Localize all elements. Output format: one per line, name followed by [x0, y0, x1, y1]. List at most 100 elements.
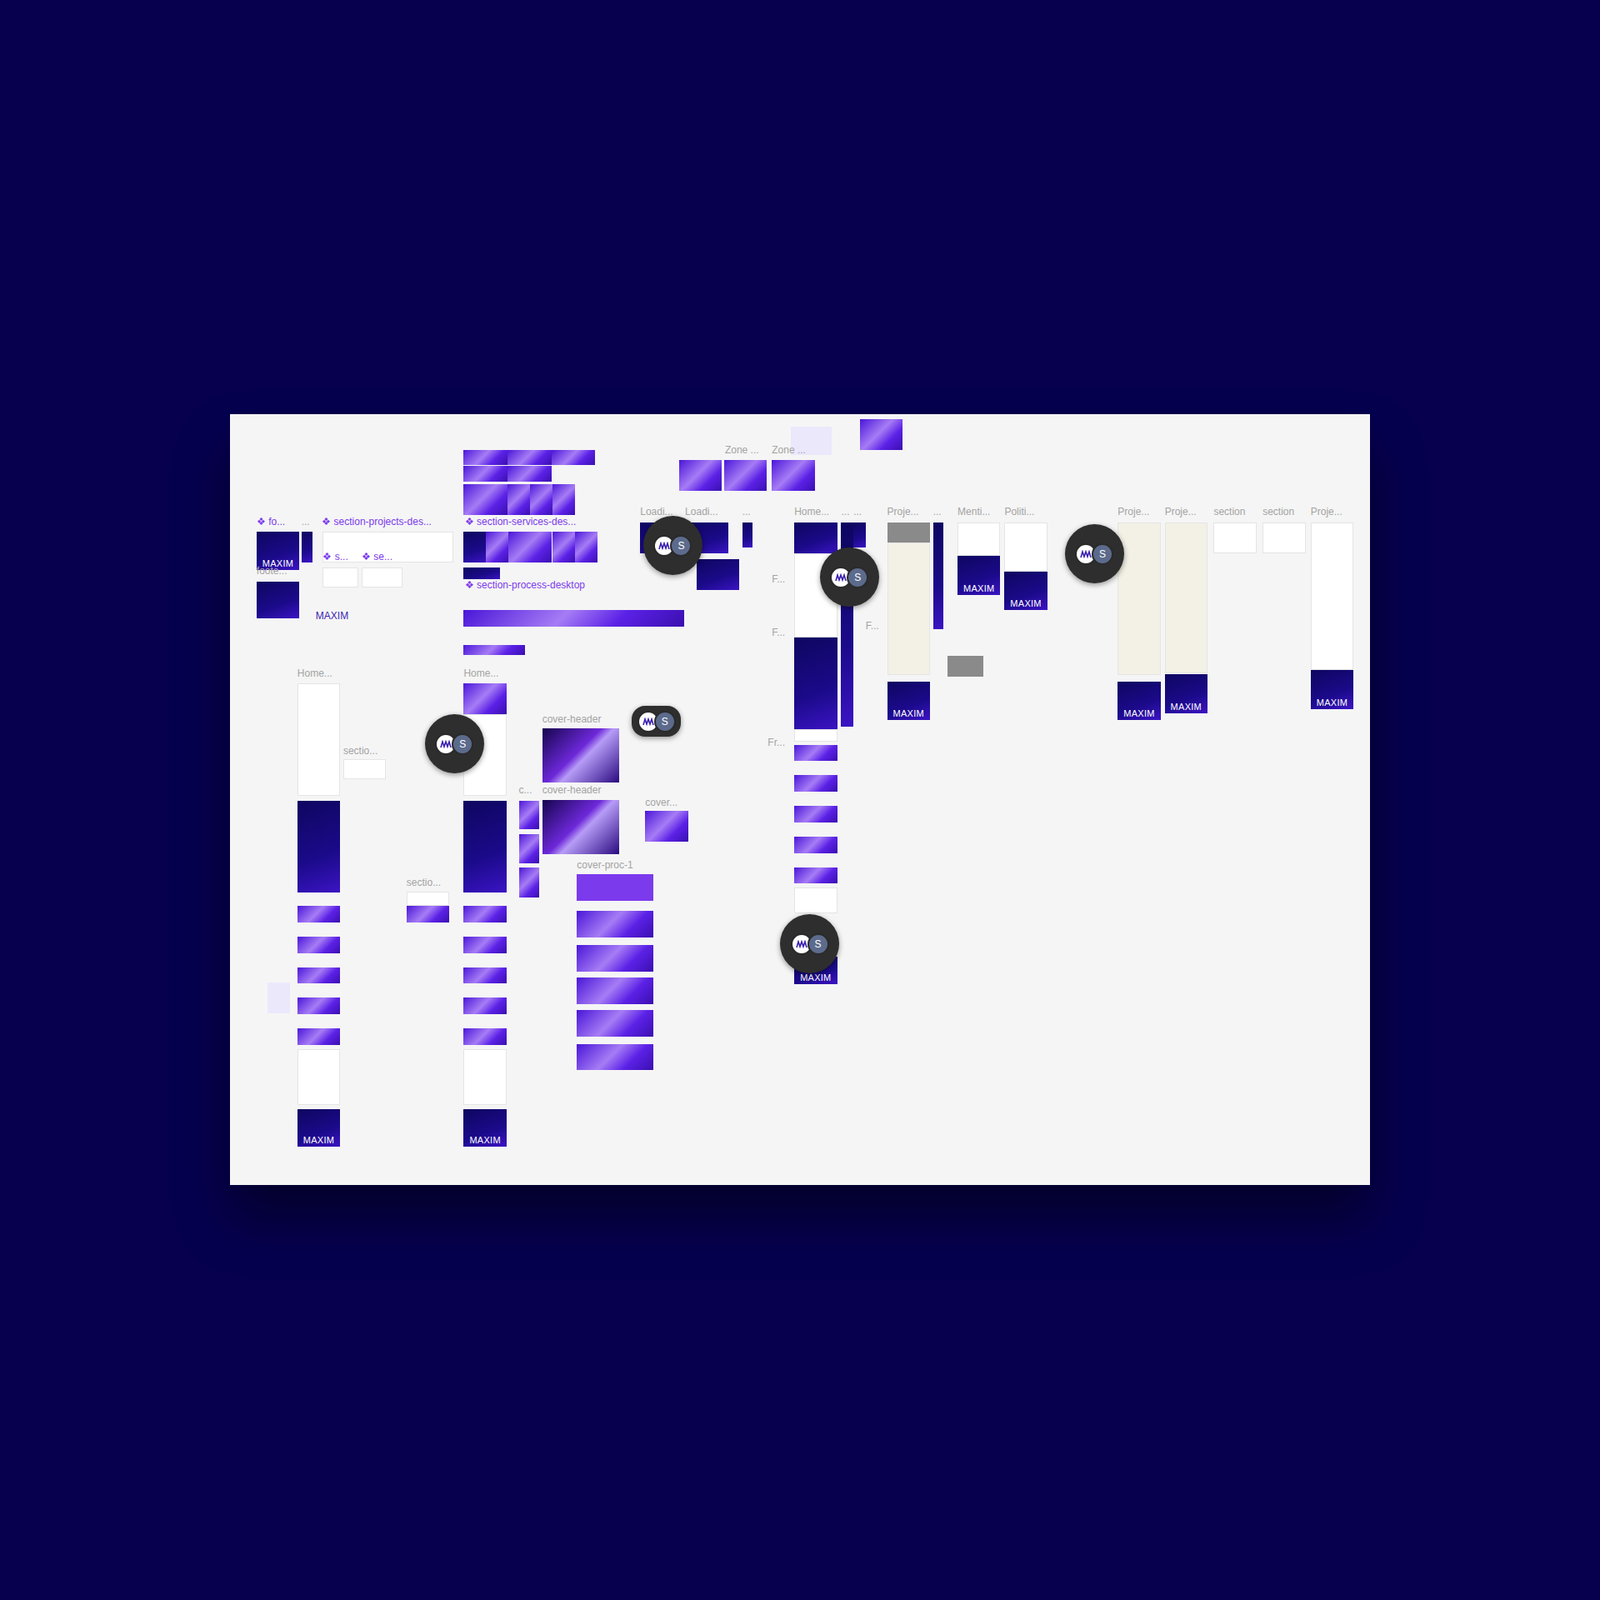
frame-label[interactable]: cover-header [542, 713, 602, 725]
frame-label[interactable]: sectio... [406, 876, 441, 889]
frame-label[interactable]: ... [853, 505, 862, 518]
frame-thumbnail[interactable]: MAXIM [1310, 670, 1354, 710]
frame-thumbnail[interactable] [507, 484, 530, 515]
frame-thumbnail[interactable] [297, 997, 340, 1015]
frame-thumbnail[interactable]: MAXIM [1004, 571, 1047, 611]
frame-label[interactable]: MAXIM [315, 610, 349, 622]
frame-thumbnail[interactable] [463, 484, 508, 515]
frame-thumbnail[interactable] [1310, 522, 1354, 671]
frame-thumbnail[interactable] [485, 531, 509, 563]
frame-label[interactable]: cover-header [542, 784, 602, 796]
frame-thumbnail[interactable] [794, 836, 837, 854]
frame-thumbnail[interactable] [297, 1028, 340, 1045]
frame-thumbnail[interactable] [1117, 522, 1160, 676]
frame-thumbnail[interactable] [297, 905, 340, 923]
frame-label[interactable]: ❖ section-services-des... [465, 515, 577, 528]
frame-label[interactable]: Proje... [1117, 505, 1150, 518]
presence-cursor[interactable]: S [643, 515, 703, 575]
frame-thumbnail[interactable] [552, 484, 575, 515]
frame-thumbnail[interactable] [507, 450, 552, 465]
frame-thumbnail[interactable] [1165, 522, 1208, 674]
frame-thumbnail[interactable] [1262, 522, 1305, 554]
frame-thumbnail[interactable] [463, 683, 506, 715]
frame-thumbnail[interactable] [933, 522, 944, 630]
frame-thumbnail[interactable] [853, 522, 866, 549]
frame-thumbnail[interactable] [463, 1028, 506, 1045]
frame-thumbnail[interactable] [576, 874, 654, 901]
frame-thumbnail[interactable] [343, 759, 386, 780]
presence-cursor[interactable]: S [1065, 524, 1125, 584]
frame-label[interactable]: Home... [297, 667, 333, 680]
frame-label[interactable]: ❖ section-projects-des... [321, 515, 432, 528]
frame-label[interactable]: Home... [794, 505, 830, 518]
frame-thumbnail[interactable] [794, 775, 837, 792]
frame-label[interactable]: sectio... [343, 745, 378, 757]
frame-thumbnail[interactable] [696, 559, 740, 590]
frame-label[interactable]: ... [933, 505, 942, 518]
frame-thumbnail[interactable]: MAXIM [297, 1109, 340, 1147]
frame-thumbnail[interactable] [297, 936, 340, 954]
frame-thumbnail[interactable] [794, 637, 837, 730]
frame-thumbnail[interactable] [463, 567, 500, 580]
frame-thumbnail[interactable] [463, 967, 506, 985]
frame-thumbnail[interactable] [794, 522, 837, 554]
frame-thumbnail[interactable] [1213, 522, 1256, 554]
frame-thumbnail[interactable] [1004, 522, 1047, 572]
frame-thumbnail[interactable] [297, 1049, 340, 1105]
frame-thumbnail[interactable]: MAXIM [1117, 681, 1160, 721]
frame-thumbnail[interactable] [406, 891, 450, 906]
frame-thumbnail[interactable] [256, 581, 300, 619]
frame-thumbnail[interactable] [297, 967, 340, 985]
frame-label[interactable]: F... [771, 573, 785, 585]
frame-thumbnail[interactable] [297, 800, 340, 893]
frame-thumbnail[interactable] [542, 728, 620, 783]
frame-thumbnail[interactable] [576, 910, 654, 938]
frame-thumbnail[interactable] [575, 531, 598, 563]
frame-thumbnail[interactable] [551, 450, 596, 465]
frame-thumbnail[interactable] [297, 683, 340, 796]
frame-thumbnail[interactable] [519, 867, 540, 899]
frame-thumbnail[interactable] [463, 936, 506, 954]
frame-thumbnail[interactable] [794, 805, 837, 823]
frame-thumbnail[interactable] [742, 522, 753, 549]
frame-label[interactable]: ❖ se... [361, 550, 393, 563]
frame-thumbnail[interactable] [794, 729, 837, 742]
frame-thumbnail[interactable] [542, 800, 620, 855]
frame-thumbnail[interactable] [724, 460, 767, 491]
frame-thumbnail[interactable] [645, 810, 688, 842]
presence-cursor[interactable]: S [425, 714, 485, 774]
frame-thumbnail[interactable] [406, 905, 450, 923]
frame-thumbnail[interactable] [463, 905, 506, 923]
frame-thumbnail[interactable] [463, 610, 684, 627]
frame-thumbnail[interactable] [267, 982, 290, 1014]
frame-thumbnail[interactable] [322, 567, 359, 588]
frame-label[interactable]: ❖ fo... [256, 515, 285, 528]
frame-thumbnail[interactable] [463, 531, 486, 563]
frame-label[interactable]: Proje... [1310, 505, 1343, 518]
frame-thumbnail[interactable] [576, 1044, 654, 1071]
frame-thumbnail[interactable] [771, 460, 815, 491]
frame-thumbnail[interactable] [679, 460, 722, 491]
frame-label[interactable]: Zone ... [725, 444, 760, 456]
frame-thumbnail[interactable] [887, 522, 930, 543]
frame-thumbnail[interactable]: MAXIM [957, 555, 1000, 595]
frame-label[interactable]: ... [840, 505, 850, 518]
frame-label[interactable]: Politi... [1004, 505, 1035, 518]
frame-thumbnail[interactable] [576, 945, 654, 972]
frame-label[interactable]: ❖ s... [322, 550, 348, 563]
figma-canvas[interactable]: MAXIMMAXIMMAXIMMAXIMMAXIMMAXIMMAXIMMAXIM… [230, 414, 1370, 1185]
frame-thumbnail[interactable] [519, 834, 540, 863]
frame-thumbnail[interactable] [507, 465, 552, 481]
frame-thumbnail[interactable] [576, 1010, 654, 1037]
frame-thumbnail[interactable] [463, 997, 506, 1015]
frame-thumbnail[interactable] [463, 800, 506, 893]
frame-thumbnail[interactable]: MAXIM [1165, 674, 1208, 714]
frame-thumbnail[interactable]: MAXIM [256, 531, 300, 571]
frame-label[interactable]: Zone ... [771, 444, 806, 456]
frame-label[interactable]: cover-proc-1 [576, 859, 633, 871]
frame-thumbnail[interactable]: MAXIM [887, 681, 930, 721]
frame-thumbnail[interactable] [301, 531, 313, 563]
frame-thumbnail[interactable] [530, 484, 553, 515]
frame-label[interactable]: c... [519, 784, 533, 796]
frame-thumbnail[interactable] [794, 887, 837, 914]
